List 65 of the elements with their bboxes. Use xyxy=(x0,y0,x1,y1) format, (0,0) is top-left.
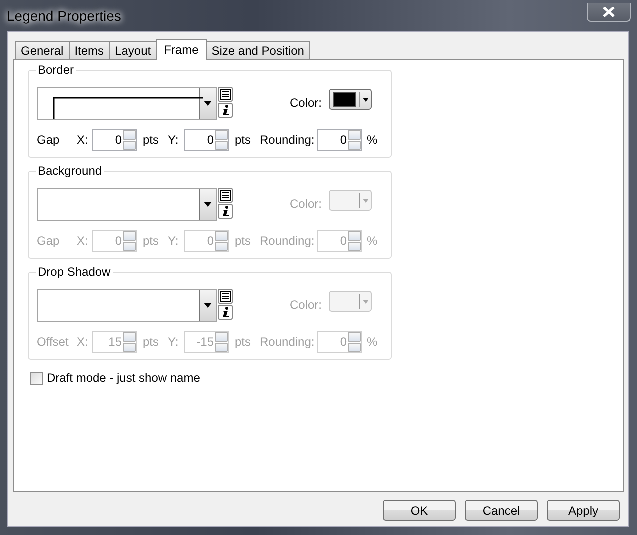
unit-label: pts xyxy=(234,234,252,248)
x-label: X: xyxy=(77,133,90,147)
tab[interactable]: Items xyxy=(68,41,110,59)
info-icon xyxy=(222,307,230,318)
color-label: Color: xyxy=(290,197,324,211)
row-label: Gap xyxy=(37,234,61,248)
info-button[interactable] xyxy=(218,204,233,219)
list-icon xyxy=(220,89,231,100)
rounding-spinbox[interactable]: 0 xyxy=(317,129,362,151)
color-picker[interactable] xyxy=(329,190,372,211)
close-button[interactable] xyxy=(587,3,631,22)
rounding-label: Rounding: xyxy=(260,133,316,147)
checkbox[interactable] xyxy=(30,372,43,384)
unit-label: pts xyxy=(142,234,160,248)
row-label: Offset xyxy=(37,335,70,349)
unit-label: % xyxy=(366,335,378,349)
color-picker[interactable] xyxy=(329,291,372,312)
y-label: Y: xyxy=(168,335,180,349)
group-title: Drop Shadow xyxy=(36,265,113,279)
color-picker[interactable] xyxy=(329,89,372,110)
tab[interactable]: Size and Position xyxy=(206,41,310,59)
dropdown-arrow-icon xyxy=(362,300,368,304)
window-title: Legend Properties xyxy=(7,8,122,24)
dialog-button[interactable]: Apply xyxy=(547,500,620,521)
unit-label: pts xyxy=(234,335,252,349)
info-icon xyxy=(222,105,230,116)
tab[interactable]: Frame xyxy=(156,39,207,60)
color-label: Color: xyxy=(290,96,324,110)
tab[interactable]: General xyxy=(15,41,70,59)
rounding-label: Rounding: xyxy=(260,234,316,248)
unit-label: pts xyxy=(142,335,160,349)
dropdown-arrow-icon xyxy=(204,101,212,106)
symbol-list-button[interactable] xyxy=(218,87,233,102)
info-button[interactable] xyxy=(218,103,233,118)
x-label: X: xyxy=(77,335,90,349)
symbol-list-button[interactable] xyxy=(218,289,233,304)
dropdown-arrow-icon xyxy=(362,198,368,202)
dropdown-arrow-icon xyxy=(204,303,212,308)
row-label: Gap xyxy=(37,133,61,147)
dialog-button[interactable]: OK xyxy=(383,500,456,521)
style-dropdown[interactable] xyxy=(37,87,217,120)
dialog-button[interactable]: Cancel xyxy=(465,500,538,521)
x-spinbox[interactable]: 0 xyxy=(92,129,137,151)
rounding-label: Rounding: xyxy=(260,335,316,349)
color-label: Color: xyxy=(290,298,324,312)
group-title: Border xyxy=(36,63,76,77)
checkbox-label: Draft mode - just show name xyxy=(47,371,200,385)
y-spinbox[interactable]: 0 xyxy=(184,129,229,151)
info-button[interactable] xyxy=(218,305,233,320)
close-icon xyxy=(603,7,615,17)
symbol-list-button[interactable] xyxy=(218,188,233,203)
dropdown-arrow-icon xyxy=(204,202,212,207)
tab[interactable]: Layout xyxy=(109,41,158,59)
y-label: Y: xyxy=(168,133,180,147)
dropdown-arrow-icon xyxy=(363,98,368,102)
y-label: Y: xyxy=(168,234,180,248)
list-icon xyxy=(220,291,231,302)
list-icon xyxy=(220,190,231,201)
unit-label: pts xyxy=(234,133,252,147)
group-title: Background xyxy=(36,164,104,178)
x-label: X: xyxy=(77,234,90,248)
unit-label: % xyxy=(366,234,378,248)
unit-label: % xyxy=(366,133,378,147)
info-icon xyxy=(222,206,230,217)
unit-label: pts xyxy=(142,133,160,147)
